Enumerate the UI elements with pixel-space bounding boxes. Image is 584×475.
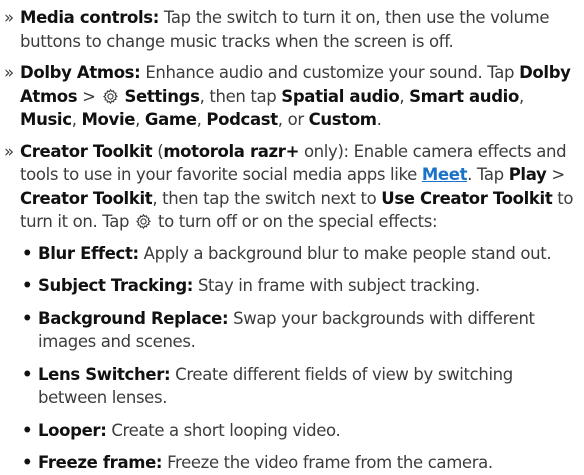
creator-toolkit-title: Creator Toolkit	[20, 141, 153, 161]
effect-title: Looper:	[38, 420, 107, 440]
effect-title: Subject Tracking:	[38, 276, 194, 295]
effect-text: Freeze the video frame from the camera.	[167, 453, 493, 472]
path-separator: >	[82, 86, 96, 106]
effect-list-item: • Background Replace: Swap your backgrou…	[0, 307, 584, 354]
podcast-ref: Podcast	[206, 110, 278, 129]
creator-toolkit-item: » Creator Toolkit (motorola razr+ only):…	[0, 140, 584, 234]
use-creator-toolkit-ref: Use Creator Toolkit	[381, 188, 553, 208]
dolby-text-2: , then tap	[199, 86, 277, 106]
creator-toolkit-ref: Creator Toolkit	[20, 188, 153, 208]
media-controls-item: » Media controls: Tap the switch to turn…	[0, 6, 584, 53]
sub-bullet: •	[22, 420, 33, 440]
effect-title: Background Replace:	[38, 308, 229, 328]
model-ref: motorola razr+	[163, 141, 300, 161]
creator-text-2: . Tap	[467, 165, 509, 184]
gear-icon	[102, 88, 118, 104]
effect-title: Lens Switcher:	[38, 364, 171, 384]
movie-ref: Movie	[81, 110, 136, 129]
sub-bullet: •	[22, 364, 33, 384]
effect-list-item: • Looper: Create a short looping video.	[0, 419, 584, 443]
settings-ref: Settings	[124, 86, 200, 106]
music-ref: Music	[20, 110, 72, 129]
effect-list-item: • Freeze frame: Freeze the video frame f…	[0, 451, 584, 475]
sub-bullet: •	[22, 243, 33, 263]
dolby-text-1: Enhance audio and customize your sound. …	[145, 63, 515, 82]
effect-title: Freeze frame:	[38, 453, 163, 472]
path-separator: >	[546, 165, 565, 184]
effect-text: Stay in frame with subject tracking.	[197, 276, 480, 295]
media-controls-title: Media controls:	[20, 8, 160, 27]
creator-text-5: to turn off or on the special effects:	[157, 212, 438, 231]
creator-text-3: , then tap the switch next to	[152, 188, 382, 208]
dolby-end: .	[376, 110, 382, 129]
section-bullet: »	[4, 8, 14, 27]
game-ref: Game	[144, 110, 197, 129]
smart-audio-ref: Smart audio	[409, 86, 519, 106]
section-bullet: »	[4, 141, 14, 161]
custom-ref: Custom	[308, 110, 377, 129]
effect-text: Apply a background blur to make people s…	[143, 243, 552, 263]
sub-bullet: •	[22, 276, 33, 295]
sub-bullet: •	[22, 308, 33, 328]
play-ref: Play	[508, 165, 547, 184]
spatial-audio-ref: Spatial audio	[281, 86, 400, 106]
page: » Media controls: Tap the switch to turn…	[0, 0, 584, 472]
section-bullet: »	[4, 63, 14, 82]
meet-link[interactable]: Meet	[422, 165, 468, 184]
dolby-atmos-title: Dolby Atmos:	[20, 63, 141, 82]
sub-bullet: •	[22, 453, 33, 472]
effect-list-item: • Blur Effect: Apply a background blur t…	[0, 242, 584, 266]
effect-text: Create a short looping video.	[111, 420, 341, 440]
effect-list-item: • Lens Switcher: Create different fields…	[0, 363, 584, 410]
gear-icon	[136, 213, 152, 230]
effect-title: Blur Effect:	[38, 243, 139, 263]
effect-list-item: • Subject Tracking: Stay in frame with s…	[0, 274, 584, 298]
dolby-text-or: , or	[277, 110, 304, 129]
dolby-atmos-item: » Dolby Atmos: Enhance audio and customi…	[4, 63, 571, 129]
